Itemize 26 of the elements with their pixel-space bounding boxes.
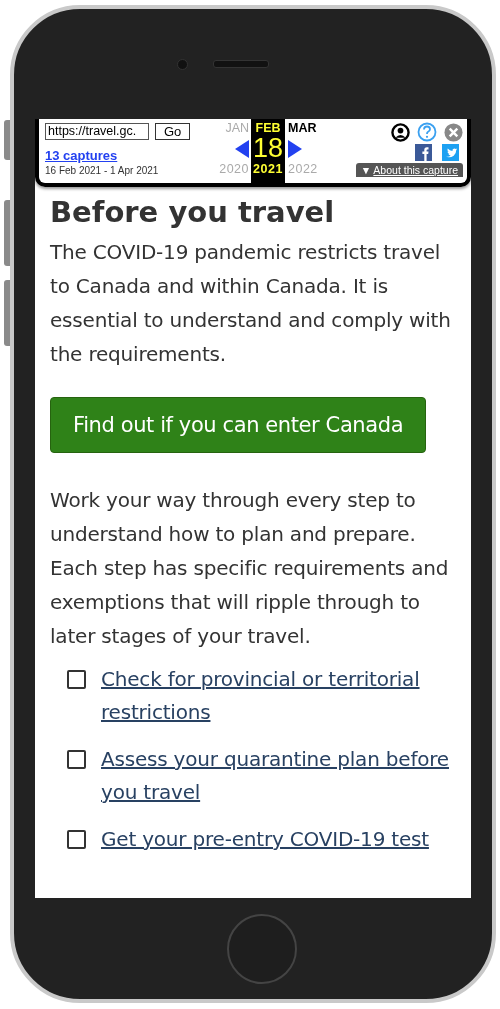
about-capture-tab[interactable]: ▼ About this capture bbox=[355, 163, 463, 177]
checklist-link[interactable]: Check for provincial or territorial restrictions bbox=[101, 663, 457, 729]
body-paragraph: Work your way through every step to understand how to plan and prepare. Each step has specific requirements and exemptions that will ripple through to later stages of your travel. bbox=[50, 487, 450, 650]
intro-paragraph: The COVID-19 pandemic restricts travel to Canada and within Canada. It is essential to understand and comply with the requirements. bbox=[50, 239, 452, 368]
url-field[interactable]: https://travel.gc. bbox=[45, 123, 149, 140]
checklist-link[interactable]: Get your pre-entry COVID-19 test bbox=[101, 823, 429, 856]
page-heading: Before you travel bbox=[50, 195, 336, 229]
captures-link[interactable]: 13 captures bbox=[45, 148, 209, 163]
selected-date-column[interactable]: FEB 18 2021 bbox=[251, 119, 285, 183]
checkbox[interactable] bbox=[67, 750, 86, 769]
month-column[interactable]: MAR 2022 bbox=[285, 119, 344, 183]
close-icon[interactable] bbox=[444, 122, 463, 142]
capture-range: 16 Feb 2021 - 1 Apr 2021 bbox=[45, 165, 160, 176]
user-icon[interactable] bbox=[391, 122, 410, 142]
speaker-icon bbox=[213, 60, 269, 68]
camera-icon bbox=[177, 58, 188, 70]
previous-arrow-icon[interactable] bbox=[235, 139, 249, 158]
checkbox[interactable] bbox=[67, 670, 86, 689]
help-icon[interactable] bbox=[417, 122, 437, 142]
enter-canada-button[interactable]: Find out if you can enter Canada bbox=[50, 397, 427, 453]
next-arrow-icon[interactable] bbox=[288, 139, 302, 158]
checkbox[interactable] bbox=[67, 830, 86, 849]
go-button[interactable]: Go bbox=[155, 123, 191, 140]
facebook-icon[interactable] bbox=[415, 144, 432, 161]
checklist-link[interactable]: Assess your quarantine plan before you travel bbox=[101, 743, 457, 809]
twitter-icon[interactable] bbox=[442, 144, 459, 161]
